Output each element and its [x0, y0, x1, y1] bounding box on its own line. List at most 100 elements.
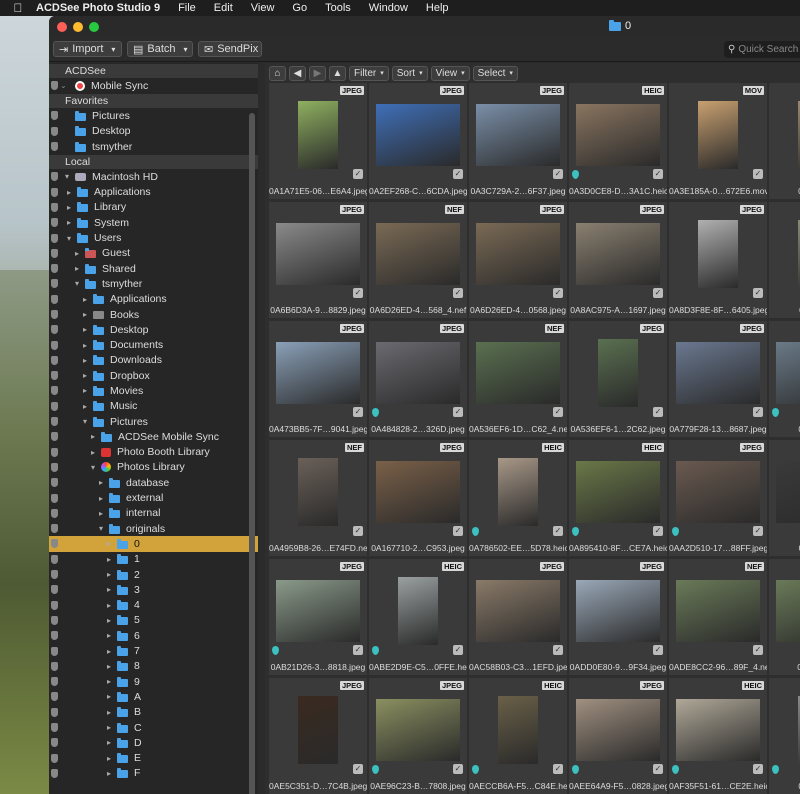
checkbox[interactable]: ✓: [753, 645, 763, 655]
chevron-right-icon[interactable]: ▸: [105, 769, 113, 778]
zoom-window-button[interactable]: [89, 22, 99, 32]
chevron-down-icon[interactable]: ▾: [65, 234, 73, 243]
checkbox[interactable]: ✓: [453, 764, 463, 774]
sidebar-item-originals-a[interactable]: ▸ A: [49, 689, 258, 704]
menu-view[interactable]: View: [251, 2, 275, 14]
sidebar-item-books[interactable]: ▸ Books: [49, 307, 258, 322]
thumbnail-item[interactable]: ✓0ADE8C…: [769, 559, 800, 675]
thumbnail-item[interactable]: JPEG ✓ 0AB21D26-3…8818.jpeg: [269, 559, 367, 675]
chevron-right-icon[interactable]: ▸: [65, 188, 73, 197]
thumbnail-item[interactable]: JPEG ✓ 0A6B6D3A-9…8829.jpeg: [269, 202, 367, 318]
sidebar-item-originals-0[interactable]: ▸ 0: [49, 536, 258, 552]
thumbnail-item[interactable]: HEIC ✓ 0AF35F51-61…CE2E.heic: [669, 678, 767, 794]
menu-edit[interactable]: Edit: [214, 2, 233, 14]
checkbox[interactable]: ✓: [653, 169, 663, 179]
sidebar-item-originals-2[interactable]: ▸ 2: [49, 567, 258, 582]
thumbnail-item[interactable]: NEF ✓ 0A6D26ED-4…568_4.nef: [369, 202, 467, 318]
thumbnail-item[interactable]: JPEG ✓ 0A3C729A-2…6F37.jpeg: [469, 83, 567, 199]
thumbnail-item[interactable]: JPEG ✓ 0A1A71E5-06…E6A4.jpeg: [269, 83, 367, 199]
checkbox[interactable]: ✓: [353, 645, 363, 655]
chevron-right-icon[interactable]: ▸: [97, 494, 105, 503]
sidebar-item-applications[interactable]: ▸ Applications: [49, 184, 258, 199]
thumbnail-item[interactable]: JPEG ✓ 0AE96C23-B…7808.jpeg: [369, 678, 467, 794]
chevron-down-icon[interactable]: ▾: [97, 524, 105, 533]
checkbox[interactable]: ✓: [653, 407, 663, 417]
sidebar-item-database[interactable]: ▸ database: [49, 475, 258, 490]
chevron-right-icon[interactable]: ▸: [105, 616, 113, 625]
sidebar-item-originals-d[interactable]: ▸ D: [49, 735, 258, 750]
sidebar-item-photos-library[interactable]: ▾ Photos Library: [49, 460, 258, 475]
sidebar-item-originals-1[interactable]: ▸ 1: [49, 552, 258, 567]
chevron-right-icon[interactable]: ▸: [81, 325, 89, 334]
chevron-down-icon[interactable]: ▾: [63, 172, 71, 181]
chevron-right-icon[interactable]: ▸: [89, 448, 97, 457]
sidebar-item-guest[interactable]: ▸ Guest: [49, 246, 258, 261]
thumbnail-item[interactable]: NEF ✓ 0A536EF6-1D…C62_4.nef: [469, 321, 567, 437]
sidebar-item-photo-booth-library[interactable]: ▸ Photo Booth Library: [49, 445, 258, 460]
view-button[interactable]: View ▾: [430, 65, 470, 81]
chevron-right-icon[interactable]: ▸: [81, 402, 89, 411]
checkbox[interactable]: ✓: [553, 407, 563, 417]
thumbnail-item[interactable]: HEIC ✓ 0A3D0CE8-D…3A1C.heic: [569, 83, 667, 199]
sidebar-item-macintosh-hd[interactable]: ▾ Macintosh HD: [49, 169, 258, 184]
chevron-right-icon[interactable]: ▸: [105, 738, 113, 747]
chevron-right-icon[interactable]: ▸: [105, 677, 113, 686]
thumbnail-item[interactable]: HEIC ✓ 0A786502-EE…5D78.heic: [469, 440, 567, 556]
thumbnail-item[interactable]: ✓0AA523…: [769, 440, 800, 556]
checkbox[interactable]: ✓: [453, 169, 463, 179]
checkbox[interactable]: ✓: [353, 764, 363, 774]
sidebar-item-downloads[interactable]: ▸ Downloads: [49, 353, 258, 368]
thumbnail-item[interactable]: JPEG ✓ 0A6D26ED-4…0568.jpeg: [469, 202, 567, 318]
thumbnail-item[interactable]: HEIC ✓ 0A895410-8F…CE7A.heic: [569, 440, 667, 556]
batch-button[interactable]: ▤ Batch ▾: [127, 41, 193, 57]
menu-go[interactable]: Go: [292, 2, 307, 14]
chevron-right-icon[interactable]: ▸: [65, 203, 73, 212]
chevron-right-icon[interactable]: ▸: [105, 692, 113, 701]
checkbox[interactable]: ✓: [353, 169, 363, 179]
thumbnail-item[interactable]: JPEG ✓ 0A779F28-13…8687.jpeg: [669, 321, 767, 437]
menu-tools[interactable]: Tools: [325, 2, 351, 14]
thumbnail-item[interactable]: ✓0A858D…: [769, 321, 800, 437]
sidebar-item-shared[interactable]: ▸ Shared: [49, 261, 258, 276]
checkbox[interactable]: ✓: [753, 169, 763, 179]
close-window-button[interactable]: [57, 22, 67, 32]
sidebar-scrollbar[interactable]: [248, 113, 256, 794]
sidebar-item-originals-8[interactable]: ▸ 8: [49, 659, 258, 674]
checkbox[interactable]: ✓: [653, 526, 663, 536]
checkbox[interactable]: ✓: [353, 526, 363, 536]
chevron-right-icon[interactable]: ▸: [105, 601, 113, 610]
sidebar-item-acdsee-mobile-sync[interactable]: ▸ ACDSee Mobile Sync: [49, 429, 258, 444]
chevron-right-icon[interactable]: ▸: [73, 264, 81, 273]
chevron-right-icon[interactable]: ▸: [105, 631, 113, 640]
sidebar-item-originals-c[interactable]: ▸ C: [49, 720, 258, 735]
checkbox[interactable]: ✓: [453, 526, 463, 536]
thumbnail-item[interactable]: JPEG ✓ 0A167710-2…C953.jpeg: [369, 440, 467, 556]
chevron-right-icon[interactable]: ▸: [81, 356, 89, 365]
sidebar-item-originals-f[interactable]: ▸ F: [49, 766, 258, 781]
chevron-right-icon[interactable]: ▸: [97, 509, 105, 518]
thumbnail-item[interactable]: ✓0A9837…: [769, 202, 800, 318]
sidebar-item-originals-9[interactable]: ▸ 9: [49, 674, 258, 689]
checkbox[interactable]: ✓: [753, 764, 763, 774]
sendpix-button[interactable]: ✉ SendPix: [198, 41, 262, 57]
chevron-right-icon[interactable]: ▸: [105, 754, 113, 763]
sidebar-item-external[interactable]: ▸ external: [49, 490, 258, 505]
import-button[interactable]: ⇥ Import ▾: [53, 41, 122, 57]
checkbox[interactable]: ✓: [453, 288, 463, 298]
sidebar-item-originals-3[interactable]: ▸ 3: [49, 582, 258, 597]
thumbnail-item[interactable]: HEIC ✓ 0ABE2D9E-C5…0FFE.heic: [369, 559, 467, 675]
thumbnail-item[interactable]: HEIC ✓ 0AECCB6A-F5…C84E.heic: [469, 678, 567, 794]
chevron-right-icon[interactable]: ▸: [105, 708, 113, 717]
checkbox[interactable]: ✓: [453, 407, 463, 417]
menu-window[interactable]: Window: [369, 2, 408, 14]
chevron-right-icon[interactable]: ▸: [81, 310, 89, 319]
filter-button[interactable]: Filter ▾: [349, 65, 389, 81]
chevron-right-icon[interactable]: ▸: [105, 585, 113, 594]
sidebar-item-user-pictures[interactable]: ▾ Pictures: [49, 414, 258, 429]
checkbox[interactable]: ✓: [653, 645, 663, 655]
thumbnail-item[interactable]: JPEG ✓ 0AE5C351-D…7C4B.jpeg: [269, 678, 367, 794]
back-button[interactable]: ◀: [289, 65, 306, 81]
sort-button[interactable]: Sort ▾: [391, 65, 428, 81]
thumbnail-item[interactable]: JPEG ✓ 0A8D3F8E-8F…6405.jpeg: [669, 202, 767, 318]
checkbox[interactable]: ✓: [353, 288, 363, 298]
